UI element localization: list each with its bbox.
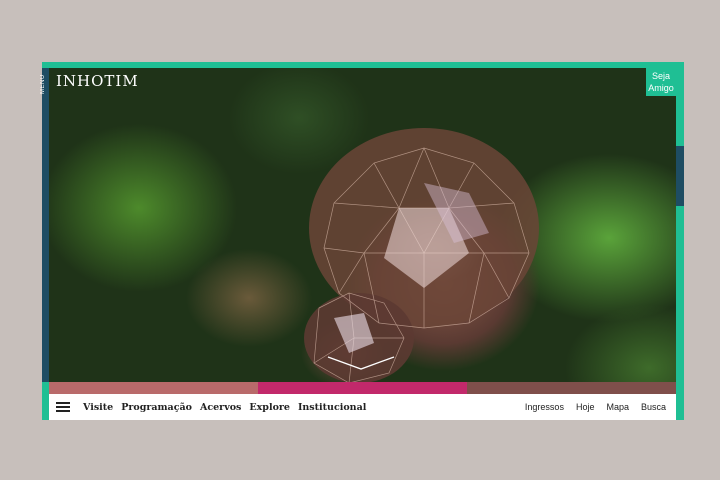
chevron-down-icon[interactable] [326,353,396,373]
primary-nav: Visite Programação Acervos Explore Insti… [83,402,366,413]
geodesic-dome-illustration [304,128,539,382]
nav-mapa[interactable]: Mapa [606,402,629,412]
color-bar-segment [258,382,467,394]
hero-image [49,68,676,382]
inhotim-logo[interactable]: INHOTIM [56,72,139,90]
nav-hoje[interactable]: Hoje [576,402,595,412]
nav-explore[interactable]: Explore [249,402,290,413]
secondary-nav: Ingressos Hoje Mapa Busca [525,402,666,412]
left-accent-strip [42,68,49,382]
color-bar [49,382,676,394]
nav-acervos[interactable]: Acervos [200,402,241,413]
right-accent-marker [676,146,684,206]
bottom-navbar: Visite Programação Acervos Explore Insti… [49,394,676,420]
nav-busca[interactable]: Busca [641,402,666,412]
nav-programacao[interactable]: Programação [121,402,192,413]
nav-institucional[interactable]: Institucional [298,402,366,413]
nav-visite[interactable]: Visite [83,402,113,413]
seja-amigo-button[interactable]: Seja Amigo [646,68,676,96]
hamburger-icon[interactable] [56,402,70,412]
color-bar-segment [467,382,676,394]
color-bar-segment [49,382,258,394]
nav-ingressos[interactable]: Ingressos [525,402,564,412]
right-accent-strip [676,68,684,420]
menu-vertical-label[interactable]: MENU [40,74,52,94]
